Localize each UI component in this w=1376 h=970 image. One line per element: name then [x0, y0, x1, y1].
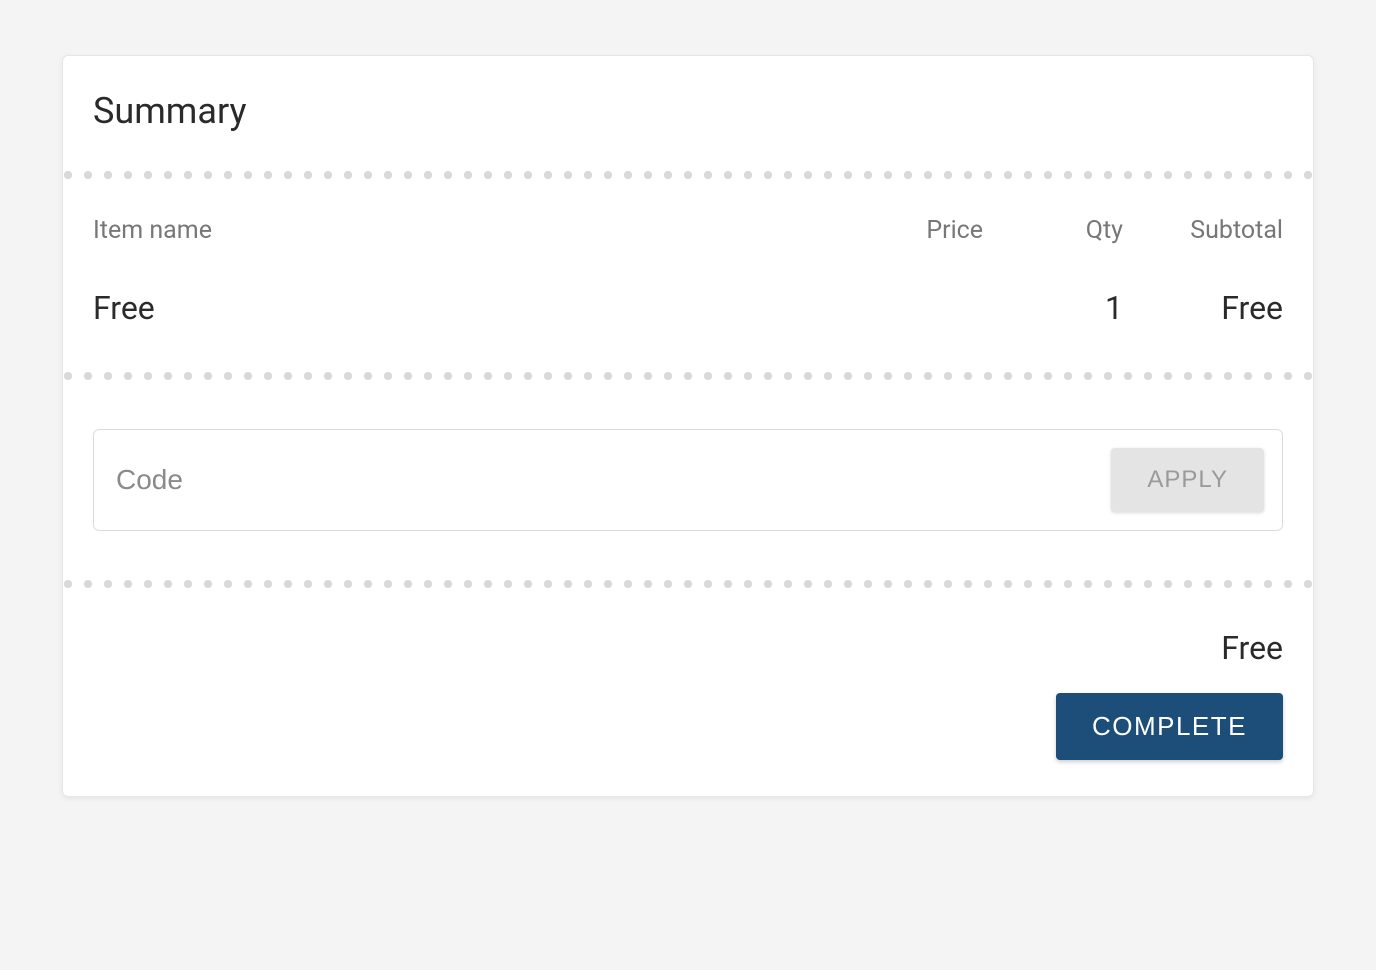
- items-table-header: Item name Price Qty Subtotal: [93, 180, 1283, 267]
- item-subtotal: Free: [1123, 289, 1283, 327]
- summary-card: Summary Item name Price Qty Subtotal Fre…: [62, 55, 1314, 797]
- actions: COMPLETE: [93, 693, 1283, 766]
- apply-button[interactable]: APPLY: [1111, 448, 1264, 512]
- item-qty: 1: [983, 289, 1123, 327]
- column-header-item-name: Item name: [93, 216, 823, 245]
- complete-button[interactable]: COMPLETE: [1056, 693, 1283, 760]
- summary-card-inner: Summary Item name Price Qty Subtotal Fre…: [63, 56, 1313, 796]
- coupon-code-input[interactable]: [112, 458, 1097, 502]
- coupon-input-wrap: APPLY: [93, 429, 1283, 531]
- column-header-subtotal: Subtotal: [1123, 216, 1283, 245]
- summary-title: Summary: [93, 90, 1283, 132]
- coupon-section: APPLY: [93, 381, 1283, 579]
- table-row: Free 1 Free: [93, 267, 1283, 371]
- divider: [63, 371, 1313, 381]
- divider: [63, 579, 1313, 589]
- column-header-price: Price: [823, 216, 983, 245]
- page: Summary Item name Price Qty Subtotal Fre…: [0, 0, 1376, 970]
- total-section: Free: [93, 589, 1283, 693]
- order-total: Free: [1221, 629, 1283, 667]
- item-name: Free: [93, 289, 823, 327]
- divider: [63, 170, 1313, 180]
- column-header-qty: Qty: [983, 216, 1123, 245]
